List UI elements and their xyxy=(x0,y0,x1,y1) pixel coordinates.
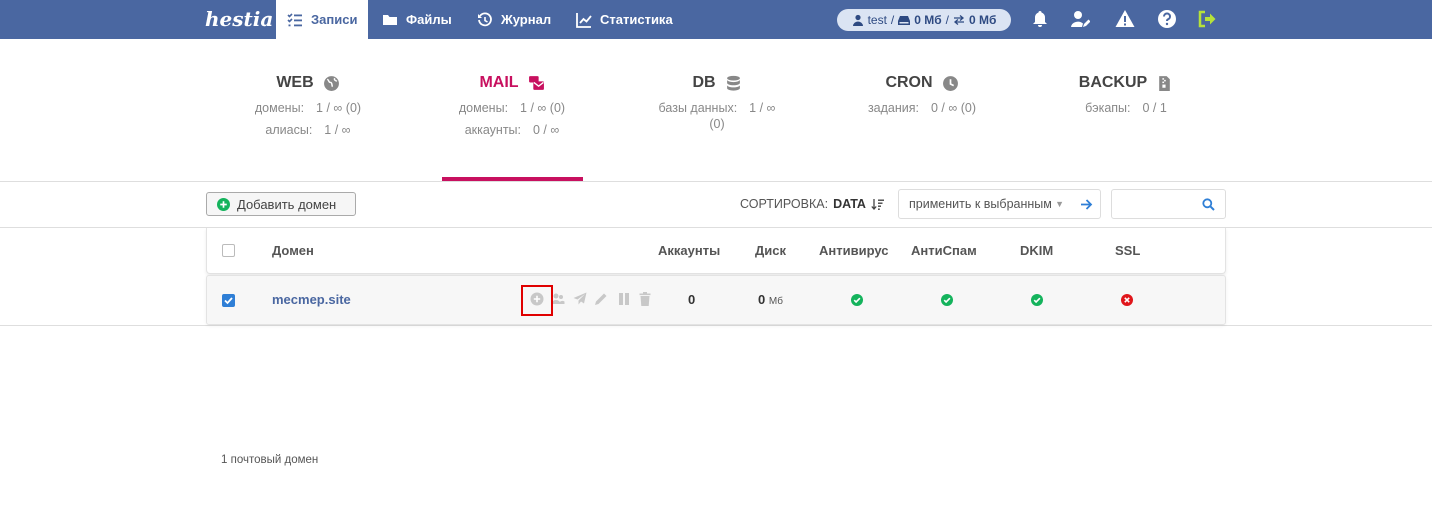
col-antivirus: Антивирус xyxy=(819,243,889,258)
search-icon[interactable] xyxy=(1202,198,1215,211)
stat-backup-title: BACKUP xyxy=(1078,74,1148,91)
domain-link[interactable]: mecmep.site xyxy=(272,292,351,307)
user-icon xyxy=(852,14,863,26)
stat-cron-title: CRON xyxy=(885,74,933,91)
dns-records-action[interactable] xyxy=(551,292,567,308)
divider xyxy=(0,181,1432,182)
disk-usage-cell: 0 Мб xyxy=(758,292,783,307)
tab-log[interactable]: Журнал xyxy=(477,0,551,39)
col-domain: Домен xyxy=(272,243,314,258)
history-icon xyxy=(478,11,492,26)
stat-backup[interactable]: BACKUP бэкапы: 0 / 1 xyxy=(1026,72,1226,116)
tab-records[interactable]: Записи xyxy=(276,0,369,39)
check-circle-icon xyxy=(851,294,863,306)
user-edit-icon xyxy=(1071,11,1091,27)
check-icon xyxy=(224,297,233,305)
accounts-count: 0 xyxy=(688,292,696,307)
tab-files-label: Файлы xyxy=(406,12,452,27)
col-disk: Диск xyxy=(755,243,786,258)
disk-usage: 0 Мб xyxy=(914,13,942,27)
stat-mail[interactable]: MAIL домены: 1 / ∞ (0) аккаунты: 0 / ∞ xyxy=(412,72,612,138)
trash-icon xyxy=(639,292,651,306)
notifications-button[interactable] xyxy=(1030,9,1050,29)
paper-plane-icon xyxy=(573,292,587,305)
select-all-checkbox[interactable] xyxy=(222,244,235,257)
stat-mail-title: MAIL xyxy=(479,74,519,91)
clock-icon xyxy=(942,75,958,91)
stat-db-title: DB xyxy=(692,74,716,91)
help-icon xyxy=(1158,10,1176,28)
arrow-right-icon xyxy=(1080,198,1092,210)
database-icon xyxy=(726,75,740,91)
search-input[interactable] xyxy=(1111,189,1226,219)
pause-icon xyxy=(619,293,629,305)
list-icon xyxy=(287,12,302,26)
tab-statistics[interactable]: Статистика xyxy=(576,0,673,39)
bell-icon xyxy=(1033,11,1047,27)
delete-action[interactable] xyxy=(638,292,654,308)
transfer-icon xyxy=(954,15,965,25)
logout-icon xyxy=(1198,10,1216,28)
check-circle-icon xyxy=(1031,294,1043,306)
domain-count-summary: 1 почтовый домен xyxy=(221,454,319,466)
chart-icon xyxy=(576,12,592,28)
add-domain-label: Добавить домен xyxy=(237,196,337,212)
add-domain-button[interactable]: Добавить домен xyxy=(206,192,356,216)
tab-log-label: Журнал xyxy=(501,12,552,27)
tab-statistics-label: Статистика xyxy=(600,12,673,27)
users-icon xyxy=(551,293,565,304)
sort-control[interactable]: СОРТИРОВКА: DATA xyxy=(740,197,884,211)
sort-label: СОРТИРОВКА: xyxy=(740,197,829,211)
stat-cron[interactable]: CRON задания: 0 / ∞ (0) xyxy=(822,72,1022,116)
bulk-action-label: применить к выбранным xyxy=(909,197,1052,211)
warning-icon xyxy=(1115,10,1135,27)
sort-value: DATA xyxy=(833,197,866,211)
stat-db[interactable]: DB базы данных: 1 / ∞ (0) xyxy=(617,72,817,132)
chevron-down-icon: ▼ xyxy=(1055,199,1064,209)
bandwidth-usage: 0 Мб xyxy=(969,13,997,27)
sort-desc-icon xyxy=(871,198,884,210)
col-ssl: SSL xyxy=(1115,243,1141,258)
dkim-status xyxy=(1031,293,1043,306)
ssl-status xyxy=(1121,293,1133,306)
suspend-action[interactable] xyxy=(617,292,633,308)
tab-files[interactable]: Файлы xyxy=(382,0,452,39)
help-button[interactable] xyxy=(1157,9,1177,29)
stat-web-title: WEB xyxy=(276,74,314,91)
x-circle-icon xyxy=(1121,294,1133,306)
folder-icon xyxy=(383,14,397,25)
check-circle-icon xyxy=(941,294,953,306)
apply-bulk-button[interactable] xyxy=(1072,190,1100,218)
top-navbar: hestia Записи Файлы Журнал Статистика te… xyxy=(0,0,1432,39)
bulk-action-select[interactable]: применить к выбранным ▼ xyxy=(898,189,1101,219)
antispam-status xyxy=(941,293,953,306)
file-archive-icon xyxy=(1159,75,1171,91)
mail-bulk-icon xyxy=(528,75,544,90)
edit-action[interactable] xyxy=(594,292,610,308)
divider xyxy=(0,325,1432,326)
row-checkbox[interactable] xyxy=(222,294,235,307)
table-row: mecmep.site 0 0 Мб xyxy=(206,275,1226,325)
edit-user-button[interactable] xyxy=(1070,9,1091,29)
table-header: Домен Аккаунты Диск Антивирус АнтиСпам D… xyxy=(206,228,1226,274)
pencil-icon xyxy=(595,293,607,305)
plus-circle-icon xyxy=(217,197,230,211)
user-usage-badge[interactable]: test / 0 Мб / 0 Мб xyxy=(837,9,1011,31)
hestia-logo[interactable]: hestia xyxy=(205,4,273,35)
globe-icon xyxy=(323,75,339,91)
stat-web[interactable]: WEB домены: 1 / ∞ (0) алиасы: 1 / ∞ xyxy=(208,72,408,138)
col-antispam: АнтиСпам xyxy=(911,243,977,258)
server-warnings-button[interactable] xyxy=(1115,9,1135,29)
tab-records-label: Записи xyxy=(311,12,358,27)
highlight-box xyxy=(521,285,553,316)
logout-button[interactable] xyxy=(1197,9,1217,29)
col-accounts: Аккаунты xyxy=(658,243,721,258)
col-dkim: DKIM xyxy=(1020,243,1054,258)
hdd-icon xyxy=(898,16,911,25)
antivirus-status xyxy=(851,293,863,306)
webmail-action[interactable] xyxy=(573,292,589,308)
username: test xyxy=(867,13,887,27)
